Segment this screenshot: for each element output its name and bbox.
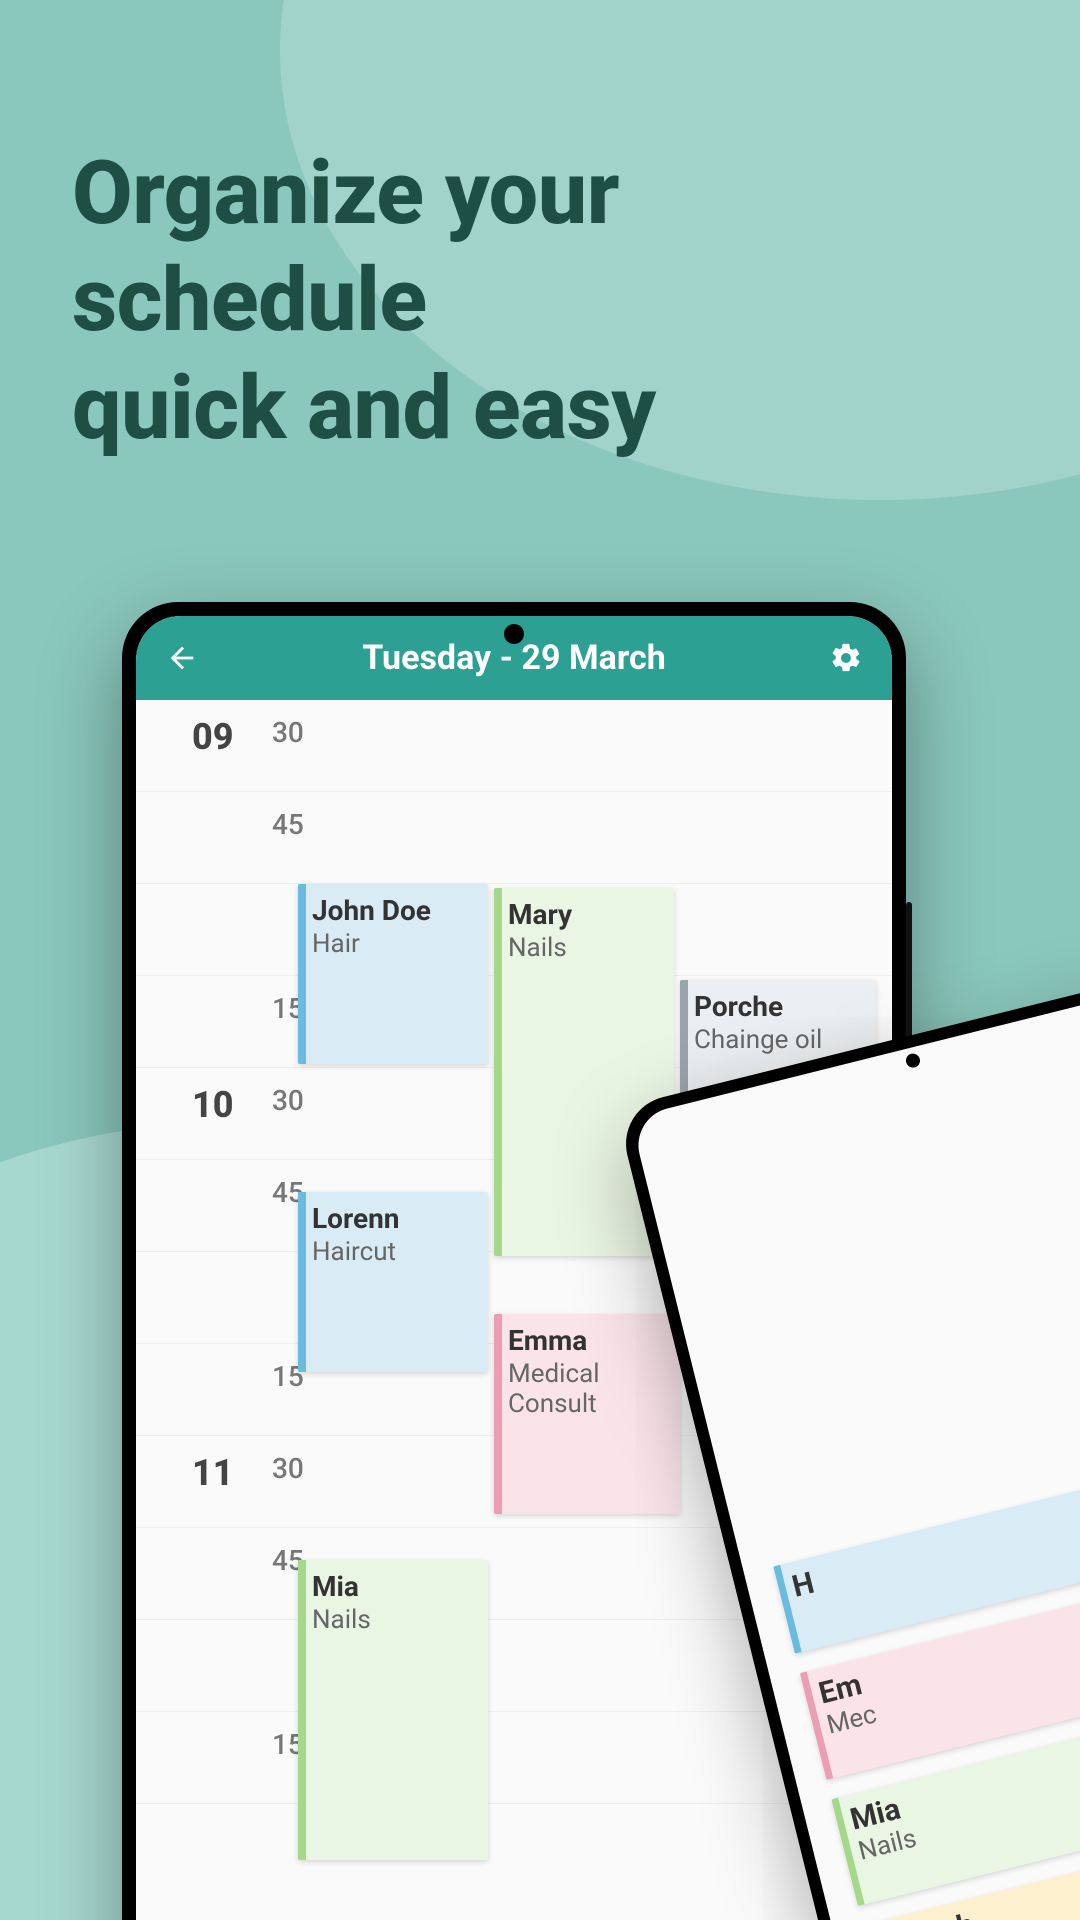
event-card[interactable]: MiaNails — [298, 1560, 488, 1860]
event-description: Chainge oil — [694, 1025, 864, 1055]
event-name: John Doe — [312, 894, 476, 927]
phone-notch — [504, 624, 524, 644]
back-button[interactable] — [160, 636, 204, 680]
event-card[interactable]: John DoeHair — [298, 884, 488, 1064]
headline-line3: quick and easy — [72, 355, 1008, 462]
settings-button[interactable] — [824, 636, 868, 680]
arrow-left-icon — [165, 641, 199, 675]
event-color-stripe — [494, 1314, 502, 1514]
event-card[interactable]: EmmaMedical Consult — [494, 1314, 680, 1514]
hour-label: 10 — [192, 1084, 234, 1126]
hour-label: 11 — [192, 1452, 234, 1494]
event-name: H — [789, 1452, 1080, 1605]
headline-line1: Organize your — [72, 140, 1008, 247]
header-title: Tuesday - 29 March — [362, 638, 666, 678]
event-description: Haircut — [312, 1237, 476, 1267]
headline: Organize your schedule quick and easy — [72, 140, 1008, 462]
event-color-stripe — [298, 1192, 306, 1372]
event-name: Porche — [694, 990, 864, 1023]
headline-line2: schedule — [72, 247, 1008, 354]
event-description: Medical Consult — [508, 1359, 668, 1419]
event-color-stripe — [298, 1560, 306, 1860]
hour-label: 09 — [192, 716, 234, 758]
event-description: Nails — [508, 933, 662, 963]
event-name: Emma — [508, 1324, 668, 1357]
event-description: Nails — [312, 1605, 476, 1635]
event-name: Lorenn — [312, 1202, 476, 1235]
promo-page: Organize your schedule quick and easy Tu… — [0, 0, 1080, 1920]
event-name: Mary — [508, 898, 662, 931]
secondary-phone-notch — [905, 1052, 922, 1069]
event-color-stripe — [494, 888, 502, 1256]
event-card[interactable]: LorennHaircut — [298, 1192, 488, 1372]
event-color-stripe — [298, 884, 306, 1064]
event-description: Hair — [312, 929, 476, 959]
gear-icon — [829, 641, 863, 675]
event-name: Mia — [312, 1570, 476, 1603]
